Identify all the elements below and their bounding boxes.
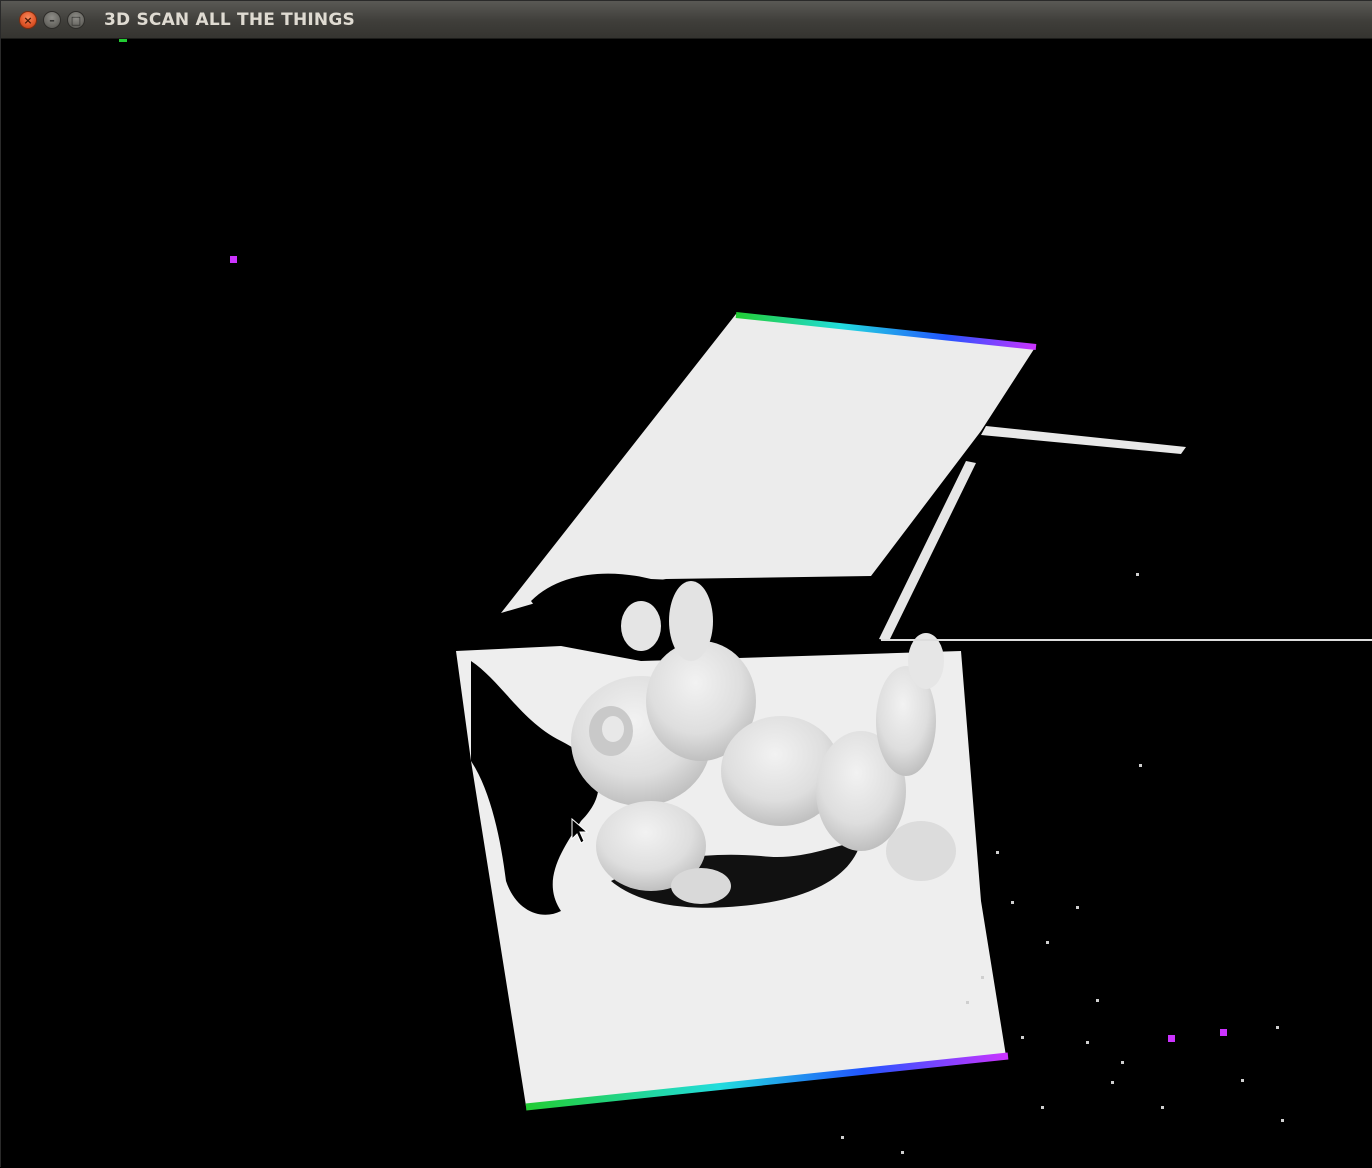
marker-point bbox=[1168, 1035, 1175, 1042]
marker-point bbox=[1220, 1029, 1227, 1036]
minimize-icon: – bbox=[49, 14, 55, 27]
window-title: 3D SCAN ALL THE THINGS bbox=[104, 10, 355, 30]
app-window: × – □ 3D SCAN ALL THE THINGS bbox=[0, 0, 1372, 1168]
window-titlebar[interactable]: × – □ 3D SCAN ALL THE THINGS bbox=[1, 1, 1372, 39]
upper-scan-plane bbox=[501, 314, 1036, 613]
maximize-icon: □ bbox=[70, 14, 82, 27]
scan-beam bbox=[981, 426, 1186, 454]
maximize-button[interactable]: □ bbox=[67, 11, 85, 29]
close-icon: × bbox=[23, 14, 33, 27]
axis-marker bbox=[119, 39, 127, 42]
3d-viewport[interactable] bbox=[1, 39, 1372, 1168]
minimize-button[interactable]: – bbox=[43, 11, 61, 29]
close-button[interactable]: × bbox=[19, 11, 37, 29]
point-cloud-canvas bbox=[119, 39, 1372, 1154]
marker-point bbox=[230, 256, 237, 263]
